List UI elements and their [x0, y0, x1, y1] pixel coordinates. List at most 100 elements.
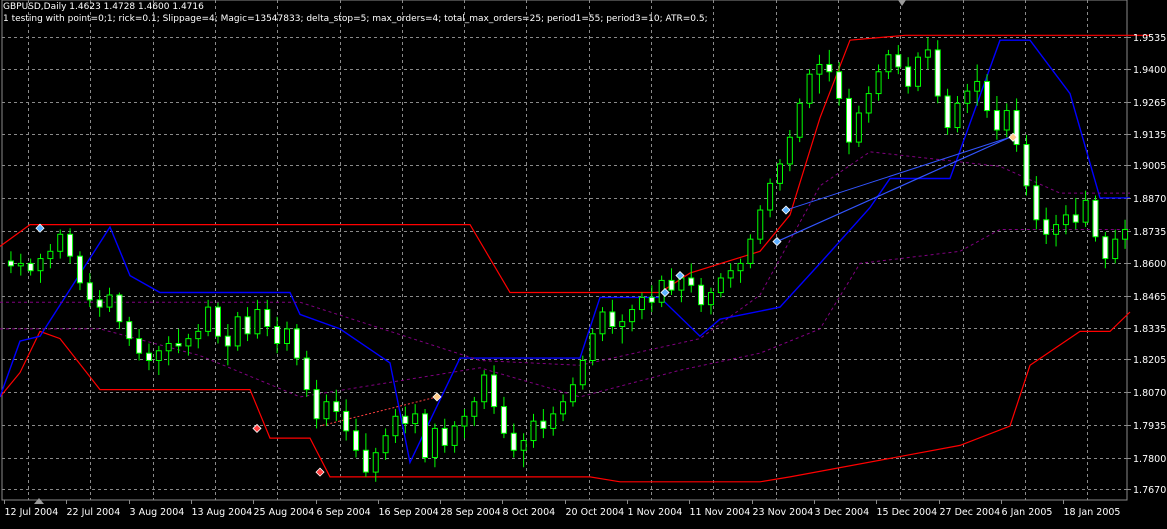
candle-body: [560, 401, 567, 415]
x-tick-label: 13 Aug 2004: [192, 507, 253, 518]
grid: [1, 0, 1128, 501]
candle-body: [382, 435, 389, 454]
candle-body: [954, 102, 961, 129]
candle-body: [895, 54, 902, 68]
x-tick-label: 25 Aug 2004: [254, 507, 315, 518]
x-tick-label: 3 Dec 2004: [815, 507, 870, 518]
candle-body: [619, 321, 626, 328]
y-tick-label: 1.8070: [1133, 388, 1166, 399]
symbol-header: GBPUSD,Daily 1.4623 1.4728 1.4600 1.4716: [3, 2, 204, 12]
candle-body: [836, 71, 843, 99]
candle-body: [924, 49, 931, 58]
candle-body: [1122, 228, 1129, 240]
candle-body: [530, 420, 537, 442]
candle-body: [688, 277, 695, 286]
candle-body: [293, 328, 300, 359]
y-tick-label: 1.8600: [1133, 259, 1166, 270]
candle-body: [510, 432, 517, 451]
x-tick-label: 11 Nov 2004: [690, 507, 751, 518]
trade-arrow: [772, 237, 782, 247]
time-axis: 12 Jul 2004 22 Jul 2004 3 Aug 2004 13 Aug 2…: [4, 500, 1121, 518]
candle-body: [303, 357, 310, 391]
candle-body: [875, 71, 882, 95]
candle-body: [274, 326, 281, 344]
x-tick-label: 28 Sep 2004: [441, 507, 501, 518]
candle-body: [964, 90, 971, 104]
x-tick-label: 22 Jul 2004: [67, 507, 121, 518]
y-tick-label: 1.7670: [1133, 485, 1166, 496]
candle-body: [234, 316, 241, 347]
candle-body: [471, 401, 478, 417]
x-tick-label: 20 Oct 2004: [566, 507, 625, 518]
chart-window[interactable]: 1.9535 1.9400 1.9265 1.9135 1.9005 1.8870 1.87…: [0, 0, 1167, 525]
candle-body: [589, 333, 596, 361]
candle-body: [185, 338, 192, 347]
price-chart[interactable]: 1.9535 1.9400 1.9265 1.9135 1.9005 1.8870 1.87…: [0, 0, 1167, 525]
x-tick-label: 18 Jan 2005: [1064, 507, 1121, 518]
line-trail_upper: [0, 151, 1130, 366]
x-tick-label: 6 Sep 2004: [317, 507, 371, 518]
candle-body: [422, 413, 429, 459]
candle-body: [599, 311, 606, 335]
candle-body: [116, 294, 123, 323]
candle-body: [757, 209, 764, 240]
candle-body: [569, 384, 576, 403]
y-tick-label: 1.9400: [1133, 65, 1166, 76]
candle-body: [796, 102, 803, 138]
candle-body: [747, 238, 754, 264]
candle-body: [37, 258, 44, 272]
candle-body: [865, 93, 872, 114]
candle-body: [1053, 224, 1060, 235]
candle-body: [284, 328, 290, 344]
scroll-marker: [34, 498, 44, 504]
y-tick-label: 1.9135: [1133, 130, 1166, 141]
candle-body: [402, 415, 409, 425]
candle-body: [205, 306, 212, 332]
x-tick-label: 1 Nov 2004: [628, 507, 683, 518]
y-tick-label: 1.8465: [1133, 292, 1166, 303]
candle-body: [1112, 238, 1119, 260]
candle-body: [698, 284, 705, 306]
candle-body: [1082, 199, 1089, 223]
candle-body: [1062, 214, 1069, 226]
candle-body: [372, 452, 379, 473]
y-tick-label: 1.8870: [1133, 194, 1166, 205]
y-tick-label: 1.9265: [1133, 98, 1166, 109]
candle-body: [145, 352, 152, 361]
candle-body: [17, 262, 24, 267]
candle-body: [550, 413, 557, 429]
candle-body: [579, 359, 586, 386]
candle-body: [717, 277, 724, 294]
y-tick-label: 1.7800: [1133, 454, 1166, 465]
candle-body: [500, 406, 507, 434]
candle-body: [343, 410, 350, 432]
candle-body: [540, 420, 547, 429]
x-tick-label: 8 Oct 2004: [503, 507, 556, 518]
candle-body: [816, 63, 823, 75]
y-tick-label: 1.9005: [1133, 161, 1166, 172]
candle-body: [1092, 199, 1099, 238]
y-tick-label: 1.8205: [1133, 355, 1166, 366]
candle-body: [668, 279, 675, 291]
candle-body: [1072, 214, 1079, 223]
y-tick-label: 1.7935: [1133, 421, 1166, 432]
candle-body: [786, 136, 793, 165]
candle-body: [885, 54, 892, 73]
candle-body: [313, 389, 320, 420]
candle-body: [441, 427, 448, 446]
candle-body: [451, 425, 458, 446]
candle-body: [855, 112, 862, 143]
candle-body: [392, 415, 399, 437]
candle-body: [737, 262, 744, 272]
candle-body: [806, 73, 813, 104]
x-tick-label: 16 Sep 2004: [379, 507, 439, 518]
candle-body: [727, 270, 734, 279]
candle-body: [629, 309, 636, 323]
x-tick-label: 27 Dec 2004: [940, 507, 1001, 518]
y-tick-label: 1.8335: [1133, 324, 1166, 335]
candle-body: [905, 66, 912, 87]
candle-body: [175, 342, 182, 347]
candle-body: [155, 350, 162, 361]
candle-body: [934, 49, 941, 97]
x-tick-label: 15 Dec 2004: [877, 507, 938, 518]
